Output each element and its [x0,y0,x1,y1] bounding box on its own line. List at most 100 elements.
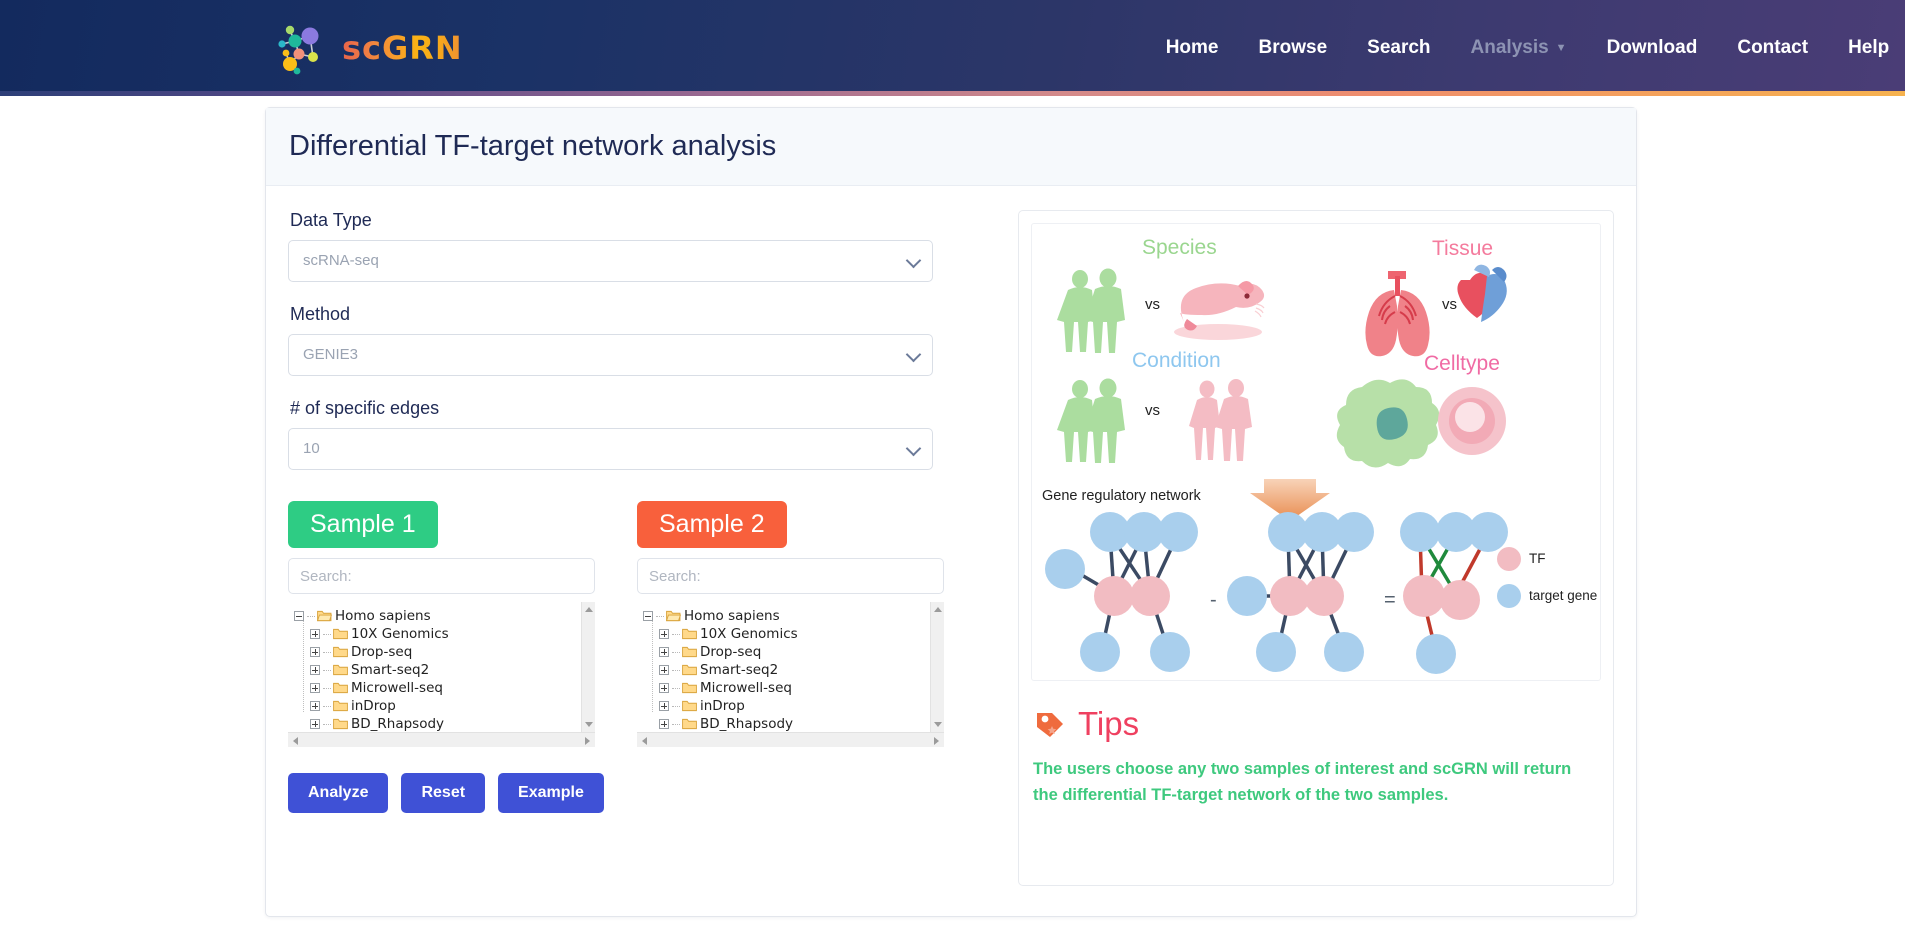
human-pair-green-icon [1057,268,1125,353]
nav-item-download[interactable]: Download [1587,29,1718,67]
tree-item-label: inDrop [351,698,396,714]
tree-dotted-connector [672,633,680,635]
tree-item[interactable]: inDrop [643,697,944,715]
scroll-up-arrow-icon[interactable] [585,607,593,612]
tree-toggle-plus-icon[interactable] [310,629,320,639]
tree-item[interactable]: Microwell-seq [643,679,944,697]
tree-item[interactable]: inDrop [294,697,595,715]
sample-1-tree-vertical-scrollbar[interactable] [581,602,595,732]
tree-toggle-plus-icon[interactable] [310,683,320,693]
minus-operator: - [1210,589,1217,611]
tree-item[interactable]: Drop-seq [294,643,595,661]
tag-star-icon [1037,713,1063,737]
sample-1-tree-horizontal-scrollbar[interactable] [288,732,595,747]
tree-dotted-connector [672,669,680,671]
edges-label: # of specific edges [290,398,440,418]
sample-2-panel: Sample 2 Homo sapiens [637,501,952,747]
tree-item-label: inDrop [700,698,745,714]
human-pair-green-condition-icon [1057,378,1125,463]
workflow-illustration: Species Tissue Condition Celltype vs vs … [1031,223,1601,681]
tree-toggle-plus-icon[interactable] [659,719,669,729]
sample-2-tree[interactable]: Homo sapiens 10X Genomics Drop-seq Smart… [637,602,944,732]
data-type-field: scRNA-seq [288,240,933,282]
reset-button[interactable]: Reset [401,773,486,813]
tree-toggle-plus-icon[interactable] [310,665,320,675]
tree-toggle-plus-icon[interactable] [659,683,669,693]
data-type-select[interactable]: scRNA-seq [288,240,933,282]
top-navbar: scGRN Home Browse Search Analysis ▼ Downl… [0,0,1905,96]
scroll-up-arrow-icon[interactable] [934,607,942,612]
brand-logo-link[interactable]: scGRN [272,17,463,79]
folder-icon [333,664,348,676]
tree-item-label: Microwell-seq [700,680,792,696]
tree-toggle-plus-icon[interactable] [659,701,669,711]
tree-dotted-connector [323,651,331,653]
tips-body: The users choose any two samples of inte… [1033,760,1572,804]
sample-1-button[interactable]: Sample 1 [288,501,438,548]
tree-toggle-plus-icon[interactable] [659,647,669,657]
sample-2-button[interactable]: Sample 2 [637,501,787,548]
legend-label-target-gene: target gene [1529,588,1598,603]
nav-item-contact[interactable]: Contact [1717,29,1828,67]
sample-1-panel: Sample 1 Homo sapiens [288,501,603,747]
folder-open-icon [666,610,681,622]
tree-item[interactable]: Homo sapiens [294,607,595,625]
tree-toggle-plus-icon[interactable] [310,701,320,711]
sample-2-search-input[interactable] [637,558,944,594]
tree-item[interactable]: Microwell-seq [294,679,595,697]
tree-item[interactable]: Smart-seq2 [643,661,944,679]
tree-item[interactable]: Drop-seq [643,643,944,661]
tree-guide-line [303,620,304,712]
nav-item-analysis-label: Analysis [1470,37,1549,58]
analysis-form: Data Type scRNA-seq Method GENIE3 # of s… [288,210,988,886]
scroll-left-arrow-icon[interactable] [642,737,647,745]
tree-toggle-plus-icon[interactable] [310,719,320,729]
nav-item-analysis[interactable]: Analysis ▼ [1451,29,1587,67]
folder-icon [333,646,348,658]
scroll-right-arrow-icon[interactable] [934,737,939,745]
tree-item[interactable]: Homo sapiens [643,607,944,625]
tree-item-label: 10X Genomics [351,626,449,642]
tree-dotted-connector [323,633,331,635]
tree-toggle-plus-icon[interactable] [659,629,669,639]
tree-item[interactable]: BD_Rhapsody [643,715,944,732]
example-button[interactable]: Example [498,773,604,813]
tree-dotted-connector [323,687,331,689]
folder-icon [333,718,348,730]
nav-item-help[interactable]: Help [1828,29,1905,67]
sample-1-tree[interactable]: Homo sapiens 10X Genomics Drop-seq Smart… [288,602,595,732]
page-title: Differential TF-target network analysis [289,130,777,162]
tree-item-label: 10X Genomics [700,626,798,642]
tree-toggle-minus-icon[interactable] [643,611,653,621]
tree-item[interactable]: Smart-seq2 [294,661,595,679]
scroll-down-arrow-icon[interactable] [934,722,942,727]
tree-item[interactable]: 10X Genomics [643,625,944,643]
page-body: Data Type scRNA-seq Method GENIE3 # of s… [266,186,1636,886]
molecule-network-icon [278,25,319,75]
tree-item-label: Homo sapiens [335,608,431,624]
nav-item-search[interactable]: Search [1347,29,1450,67]
tree-toggle-plus-icon[interactable] [310,647,320,657]
tree-dotted-connector [307,615,315,617]
nav-item-browse[interactable]: Browse [1239,29,1348,67]
scroll-down-arrow-icon[interactable] [585,722,593,727]
sample-1-search-input[interactable] [288,558,595,594]
scroll-left-arrow-icon[interactable] [293,737,298,745]
edges-select[interactable]: 10 [288,428,933,470]
sample-2-tree-horizontal-scrollbar[interactable] [637,732,944,747]
tree-toggle-minus-icon[interactable] [294,611,304,621]
tree-item[interactable]: 10X Genomics [294,625,595,643]
tree-toggle-plus-icon[interactable] [659,665,669,675]
lungs-icon [1365,271,1430,357]
tree-item[interactable]: BD_Rhapsody [294,715,595,732]
scroll-right-arrow-icon[interactable] [585,737,590,745]
edges-field: 10 [288,428,933,470]
tree-item-label: Microwell-seq [351,680,443,696]
folder-icon [333,700,348,712]
method-select[interactable]: GENIE3 [288,334,933,376]
sample-2-tree-shell: Homo sapiens 10X Genomics Drop-seq Smart… [637,602,944,747]
nav-item-home[interactable]: Home [1146,29,1239,67]
analyze-button[interactable]: Analyze [288,773,389,813]
sample-2-tree-vertical-scrollbar[interactable] [930,602,944,732]
folder-icon [682,682,697,694]
